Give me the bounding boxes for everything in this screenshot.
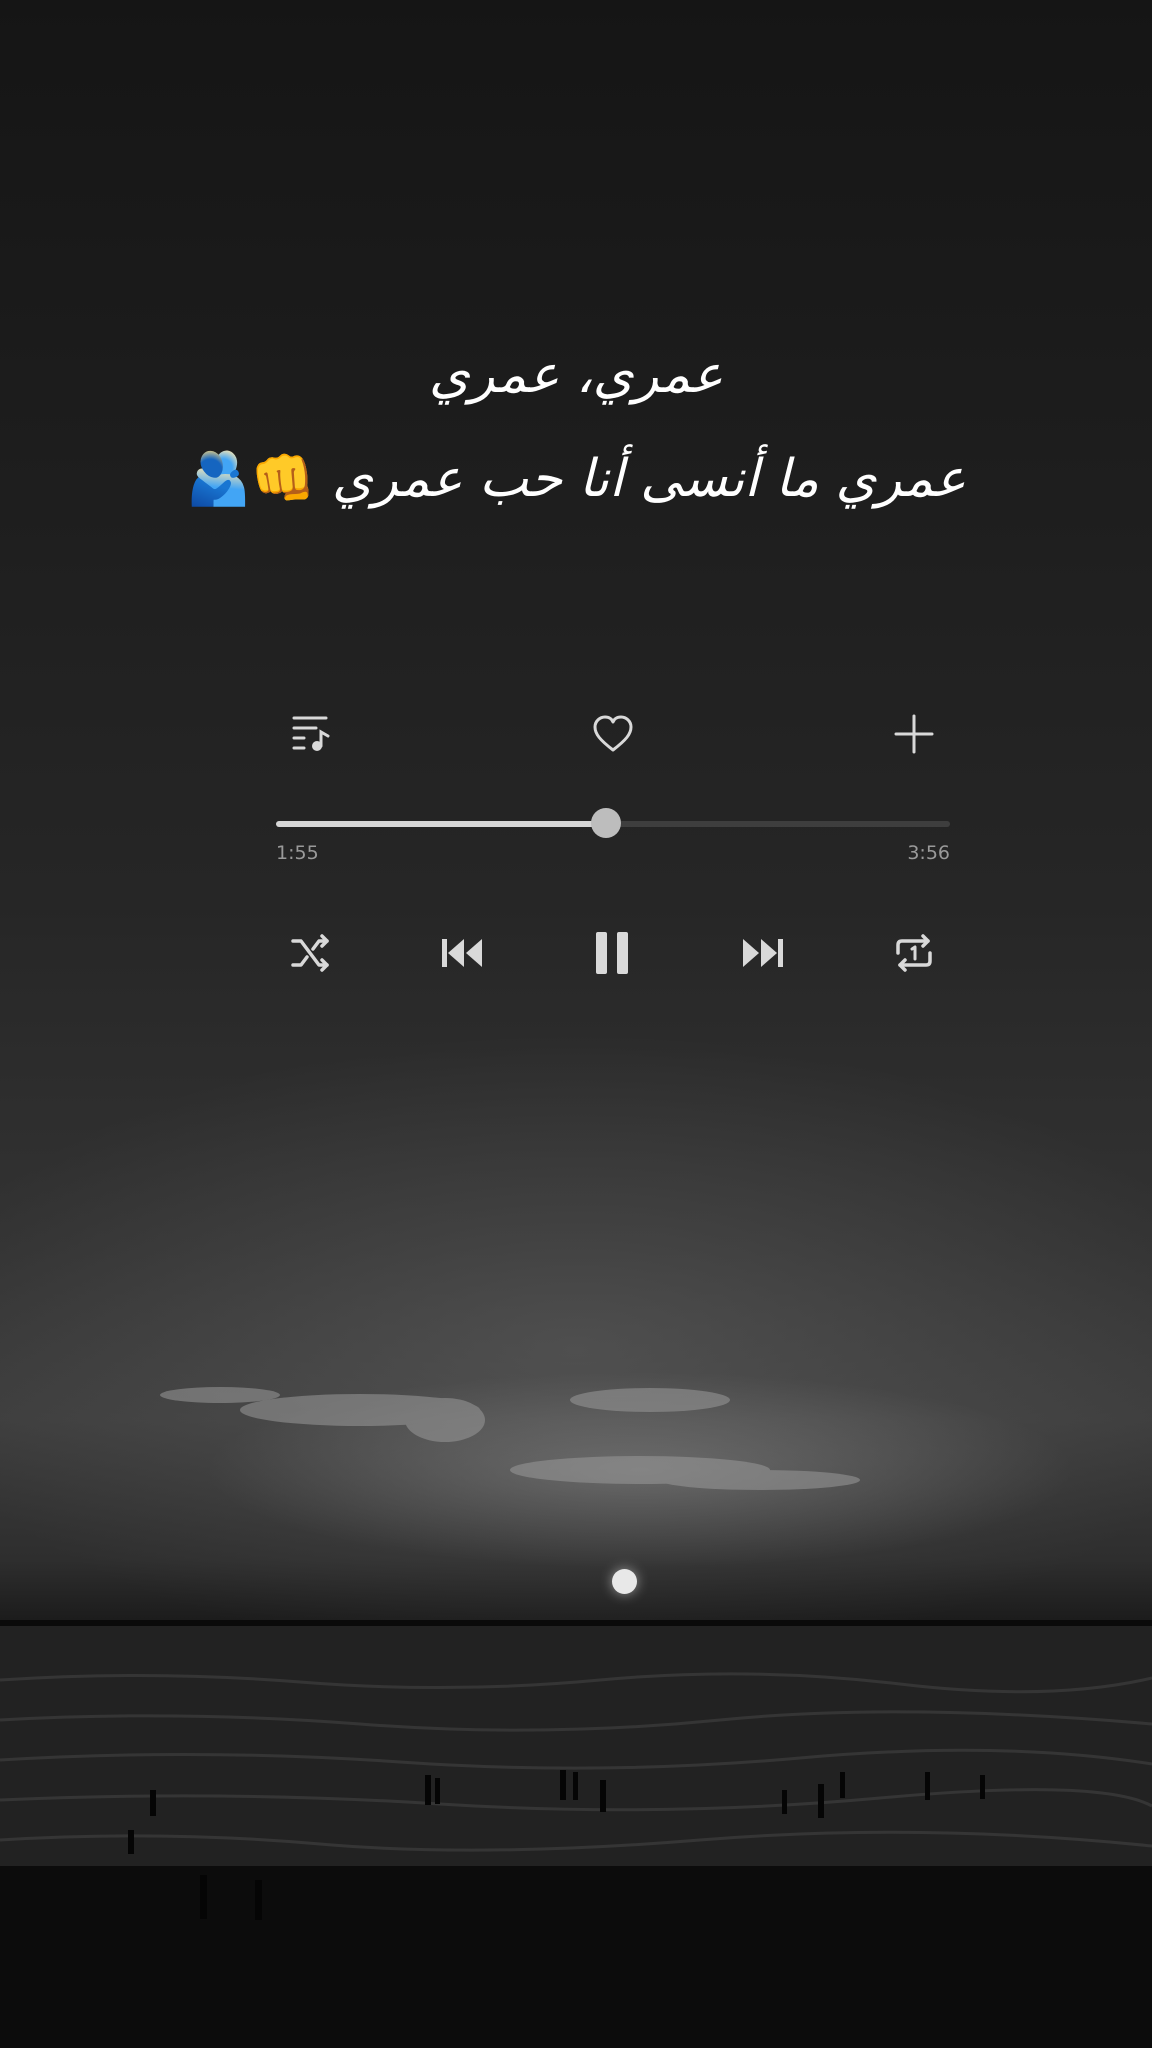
next-icon xyxy=(743,939,783,967)
night-sea-background xyxy=(0,1387,1152,2048)
pause-icon xyxy=(596,932,628,974)
like-button[interactable] xyxy=(588,712,638,756)
lyric-line-1-text: عمري، عمري xyxy=(428,345,724,405)
heart-icon xyxy=(593,715,633,752)
playlist-icon xyxy=(292,716,330,751)
pause-button[interactable] xyxy=(587,925,637,981)
shuffle-icon xyxy=(291,934,329,972)
shuffle-button[interactable] xyxy=(286,928,336,978)
plus-icon xyxy=(894,714,934,754)
time-elapsed: 1:55 xyxy=(276,842,319,864)
sea xyxy=(0,1626,1152,1866)
playlist-button[interactable] xyxy=(286,712,336,756)
progress-bar[interactable] xyxy=(276,808,950,838)
moon xyxy=(612,1569,637,1594)
lyric-line-2-text: عمري ما أنسى أنا حب عمري xyxy=(332,449,966,509)
clouds xyxy=(160,1387,860,1490)
horizon xyxy=(0,1620,1152,1626)
beach xyxy=(0,1866,1152,2048)
previous-icon xyxy=(442,939,482,967)
previous-button[interactable] xyxy=(437,928,487,978)
next-button[interactable] xyxy=(738,928,788,978)
lock-screen-music-player: عمري، عمري عمري ما أنسى أنا حب عمري 👊🫂 1… xyxy=(0,0,1152,2048)
lyric-line-2: عمري ما أنسى أنا حب عمري 👊🫂 xyxy=(0,448,1152,509)
repeat-one-icon xyxy=(896,934,932,972)
lyric-line-1: عمري، عمري xyxy=(0,345,1152,405)
progress-fill xyxy=(276,821,607,827)
lyric-line-2-emoji: 👊🫂 xyxy=(186,449,316,509)
time-total: 3:56 xyxy=(907,842,950,864)
add-button[interactable] xyxy=(889,712,939,756)
repeat-button[interactable] xyxy=(889,928,939,978)
